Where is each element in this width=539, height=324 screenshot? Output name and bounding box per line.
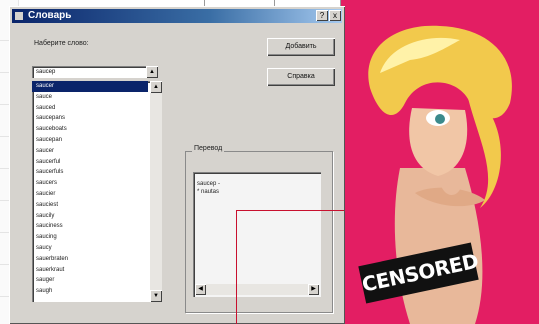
list-item[interactable]: saucing [32, 232, 162, 243]
list-item[interactable]: saucy [32, 243, 162, 254]
list-scrollbar[interactable]: ▲ ▼ [150, 81, 162, 302]
list-item[interactable]: saugh [32, 286, 162, 297]
close-icon[interactable]: x [329, 10, 341, 21]
list-item[interactable]: saucily [32, 211, 162, 222]
list-item[interactable]: sauerkraut [32, 265, 162, 276]
help-icon[interactable]: ? [316, 10, 328, 21]
dictionary-window: Словарь ? x Наберите слово: saucep sauce… [9, 6, 345, 324]
scroll-down-icon[interactable]: ▼ [150, 290, 162, 302]
translation-line: * nautas [197, 189, 220, 195]
list-item[interactable]: sauerbraten [32, 254, 162, 265]
list-item[interactable]: saucerful [32, 157, 162, 168]
translation-hscroll[interactable]: ◀ ▶ [195, 284, 319, 295]
add-button[interactable]: Добавить [267, 38, 335, 56]
list-item[interactable]: sauceboats [32, 124, 162, 135]
translation-box: saucep - * nautas ◀ ▶ [193, 172, 321, 297]
window-title: Словарь [28, 10, 72, 21]
translation-line: saucep - [197, 181, 221, 187]
list-item[interactable]: sauce [32, 92, 162, 103]
word-list[interactable]: saucer sauce sauced saucepans sauceboats… [32, 81, 162, 302]
list-item[interactable]: saucepans [32, 113, 162, 124]
word-input-label: Наберите слово: [34, 40, 89, 47]
list-item[interactable]: saucer [32, 146, 162, 157]
list-item[interactable]: saucier [32, 189, 162, 200]
title-bar[interactable]: Словарь ? x [12, 9, 342, 23]
list-item[interactable]: sauciest [32, 200, 162, 211]
list-item[interactable]: sauciness [32, 221, 162, 232]
scroll-left-icon[interactable]: ◀ [195, 284, 206, 295]
scroll-right-icon[interactable]: ▶ [308, 284, 319, 295]
callout-line [236, 210, 344, 211]
list-item[interactable]: saucer [32, 81, 148, 92]
word-input[interactable]: saucep [32, 66, 146, 78]
scroll-up-icon[interactable]: ▲ [150, 81, 162, 93]
list-item[interactable]: saucepan [32, 135, 162, 146]
callout-line [236, 210, 237, 324]
list-item[interactable]: saucers [32, 178, 162, 189]
help-button[interactable]: Справка [267, 68, 335, 86]
app-icon [15, 12, 23, 20]
list-item[interactable]: sauger [32, 275, 162, 286]
list-item[interactable]: saucerfuls [32, 167, 162, 178]
list-item[interactable]: sauced [32, 103, 162, 114]
input-scroll-up-icon[interactable]: ▲ [146, 66, 158, 78]
translation-legend: Перевод [192, 145, 225, 152]
translation-group: Перевод saucep - * nautas ◀ ▶ [185, 145, 333, 313]
